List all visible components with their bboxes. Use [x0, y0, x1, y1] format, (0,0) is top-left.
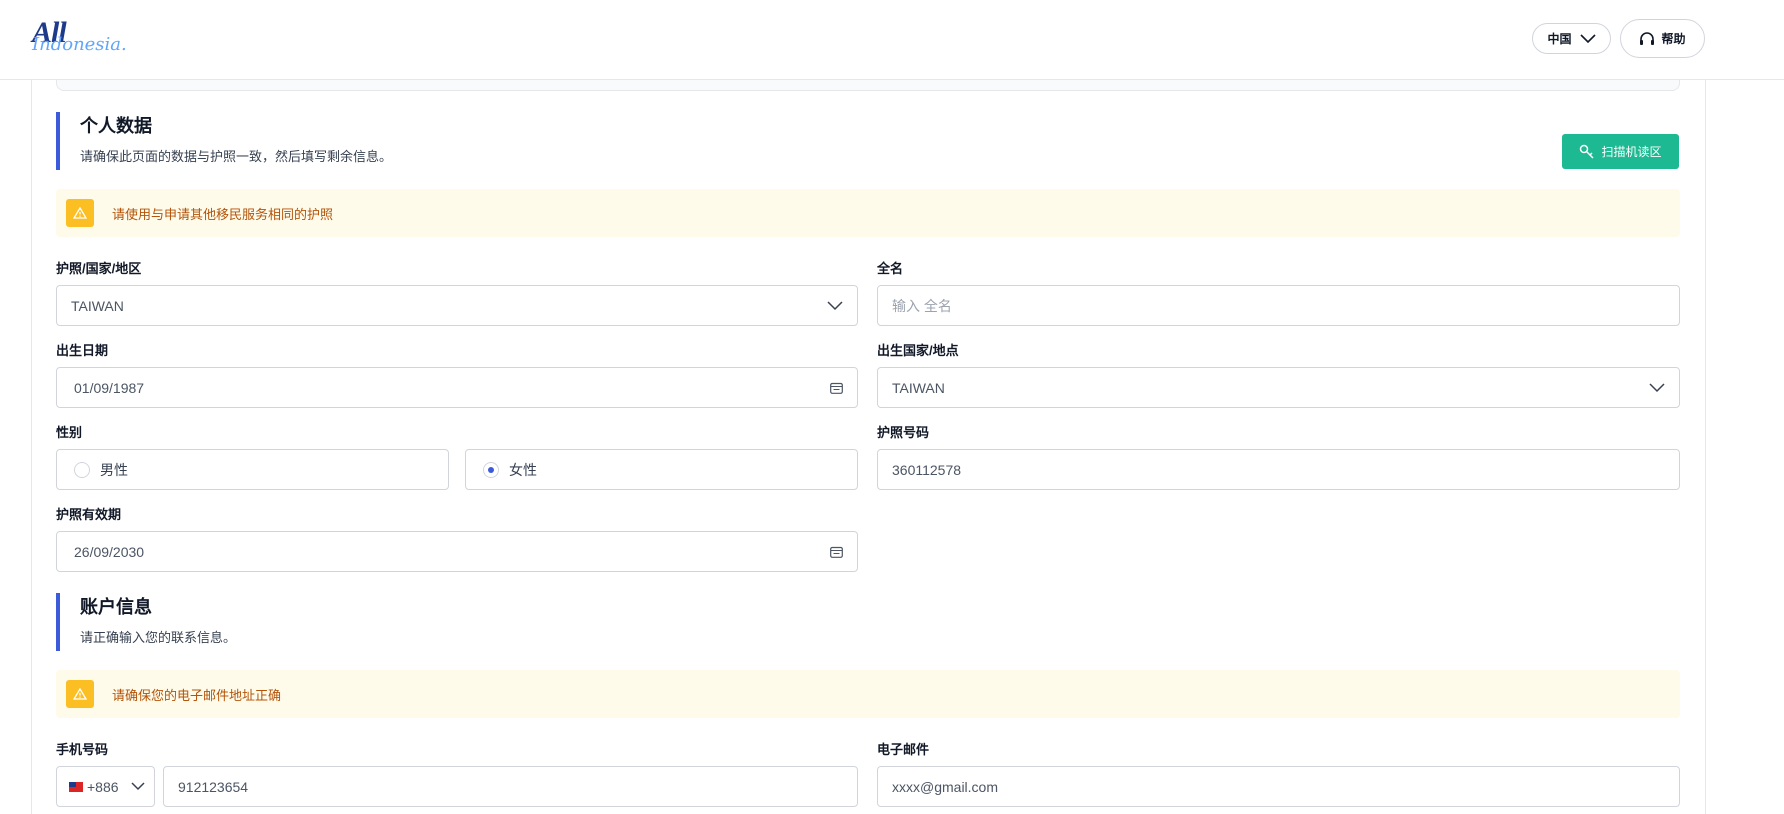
- section-title: 账户信息: [80, 597, 152, 617]
- passport-number-label: 护照号码: [877, 425, 930, 440]
- birth-place-select[interactable]: TAIWAN: [877, 367, 1680, 408]
- passport-country-value: TAIWAN: [71, 297, 124, 314]
- dob-input[interactable]: 01/09/1987: [56, 367, 858, 408]
- chevron-down-icon: [1579, 33, 1596, 43]
- chevron-down-icon: [131, 782, 145, 791]
- warning-icon: [66, 199, 94, 227]
- logo-text-indonesia: Indonesia.: [32, 34, 127, 55]
- radio-dot-selected: [483, 461, 499, 478]
- passport-expiry-label: 护照有效期: [56, 507, 122, 522]
- passport-alert: 请使用与申请其他移民服务相同的护照: [56, 189, 1680, 237]
- alert-text: 请确保您的电子邮件地址正确: [112, 687, 282, 703]
- gender-male-label: 男性: [100, 461, 128, 478]
- phone-input[interactable]: 912123654: [163, 766, 858, 807]
- language-selector[interactable]: 中国: [1532, 23, 1611, 54]
- section-subtitle: 请正确输入您的联系信息。: [80, 630, 237, 645]
- country-code-value: +886: [87, 778, 119, 795]
- all-indonesia-logo[interactable]: All Indonesia.: [32, 16, 127, 60]
- taiwan-flag-icon: [69, 781, 83, 792]
- previous-field-edge: [56, 80, 1680, 91]
- chevron-down-icon: [827, 301, 843, 311]
- chevron-down-icon: [1649, 383, 1665, 393]
- passport-number-input[interactable]: 360112578: [877, 449, 1680, 490]
- full-name-input[interactable]: 输入 全名: [877, 285, 1680, 326]
- passport-expiry-value: 26/09/2030: [74, 543, 145, 560]
- gender-male-radio[interactable]: 男性: [56, 449, 449, 490]
- birth-place-label: 出生国家/地点: [877, 343, 959, 358]
- country-code-select[interactable]: +886: [56, 766, 155, 807]
- passport-number-value: 360112578: [892, 461, 962, 478]
- language-label: 中国: [1547, 32, 1572, 46]
- dob-value: 01/09/1987: [74, 379, 145, 396]
- email-alert: 请确保您的电子邮件地址正确: [56, 670, 1680, 718]
- radio-dot: [74, 461, 90, 478]
- key-icon: [1580, 144, 1595, 159]
- passport-country-label: 护照/国家/地区: [56, 261, 142, 276]
- personal-data-header: 个人数据 请确保此页面的数据与护照一致，然后填写剩余信息。: [56, 112, 392, 170]
- gender-female-radio[interactable]: 女性: [465, 449, 858, 490]
- section-title: 个人数据: [80, 116, 152, 136]
- full-name-placeholder: 输入 全名: [892, 297, 952, 314]
- birth-place-value: TAIWAN: [892, 379, 945, 396]
- email-label: 电子邮件: [877, 742, 930, 757]
- email-value: xxxx@gmail.com: [892, 778, 999, 795]
- headset-icon: [1640, 31, 1655, 45]
- scan-mrz-button[interactable]: 扫描机读区: [1562, 134, 1679, 169]
- help-label: 帮助: [1661, 32, 1686, 46]
- scan-mrz-label: 扫描机读区: [1601, 145, 1662, 159]
- section-subtitle: 请确保此页面的数据与护照一致，然后填写剩余信息。: [80, 149, 393, 164]
- passport-country-select[interactable]: TAIWAN: [56, 285, 858, 326]
- passport-expiry-input[interactable]: 26/09/2030: [56, 531, 858, 572]
- email-input[interactable]: xxxx@gmail.com: [877, 766, 1680, 807]
- account-info-header: 账户信息 请正确输入您的联系信息。: [56, 593, 236, 651]
- top-bar: All Indonesia. 中国 帮助: [0, 0, 1784, 80]
- calendar-icon[interactable]: [830, 382, 843, 394]
- dob-label: 出生日期: [56, 343, 109, 358]
- alert-text: 请使用与申请其他移民服务相同的护照: [112, 206, 334, 222]
- phone-label: 手机号码: [56, 742, 109, 757]
- gender-female-label: 女性: [509, 461, 537, 478]
- gender-label: 性别: [56, 425, 83, 440]
- help-button[interactable]: 帮助: [1620, 19, 1705, 58]
- calendar-icon[interactable]: [830, 546, 843, 558]
- warning-icon: [66, 680, 94, 708]
- full-name-label: 全名: [877, 261, 904, 276]
- phone-value: 912123654: [178, 778, 249, 795]
